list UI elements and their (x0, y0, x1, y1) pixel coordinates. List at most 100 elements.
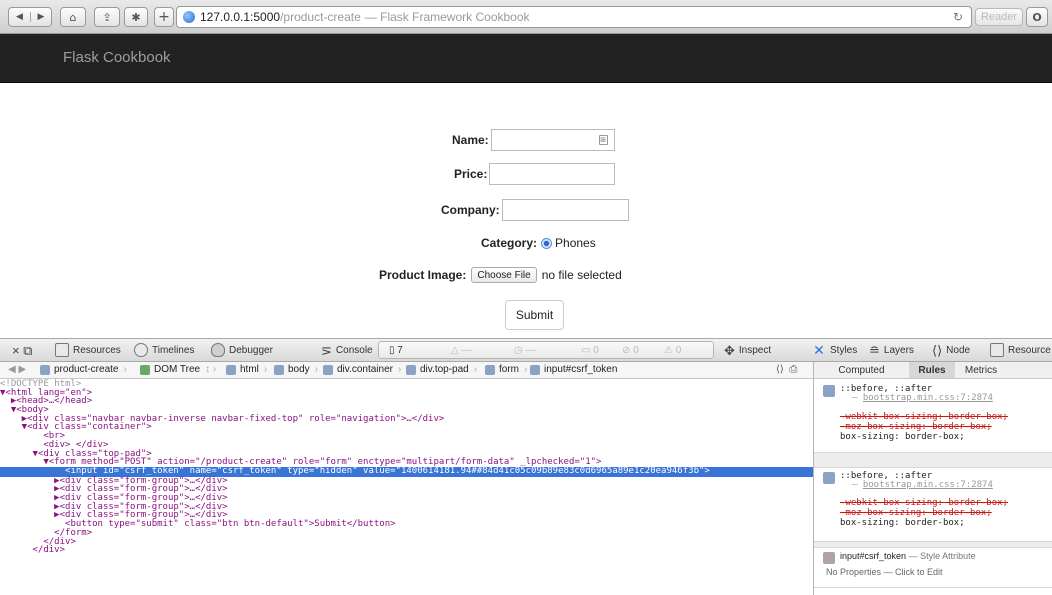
tab-layers-label: Layers (883, 344, 914, 356)
reader-button[interactable]: Reader (975, 8, 1023, 26)
crosshair-icon: ✥ (724, 343, 735, 358)
chevron-right-icon: › (473, 364, 478, 375)
resource-icon (990, 343, 1004, 357)
css-property[interactable]: box-sizing: border-box; (840, 518, 965, 528)
time-counter: ◷ — (514, 342, 536, 358)
keyboard-icon[interactable]: ⊞ (598, 135, 608, 145)
tab-metrics[interactable]: Metrics (955, 362, 1007, 378)
extension-button[interactable]: O (1026, 7, 1048, 27)
back-icon[interactable]: ◀ (9, 12, 30, 22)
extensions-button[interactable]: ✱ (124, 7, 148, 27)
style-attribute-rule[interactable]: input#csrf_token — Style Attribute No Pr… (814, 548, 1052, 588)
css-property[interactable]: -moz-box-sizing: border-box; (840, 422, 992, 432)
rule-source[interactable]: — bootstrap.min.css:7:2874 (852, 393, 993, 403)
print-icon[interactable]: ⎙ (789, 364, 797, 375)
issue-counters[interactable]: ▯ 7 △ — ◷ — ▭ 0 ⊘ 0 ⚠ 0 (378, 341, 714, 359)
dom-tree: <!DOCTYPE html> ▼<html lang="en"> ▶<head… (0, 379, 813, 595)
category-radio[interactable] (541, 237, 553, 249)
inspect-label: Inspect (738, 344, 772, 356)
file-status: no file selected (541, 268, 622, 282)
close-devtools-icon[interactable]: × ⧉ (12, 339, 37, 361)
css-rule[interactable]: ::before, ::after — bootstrap.min.css:7:… (814, 468, 1052, 542)
css-rule[interactable]: ::before, ::after — bootstrap.min.css:7:… (814, 381, 1052, 453)
breadcrumb-item-current[interactable]: input#csrf_token (530, 364, 617, 375)
breadcrumb-item[interactable]: body › (274, 364, 318, 375)
dom-node[interactable]: </div> (0, 546, 813, 555)
product-form: Name: ⊞ Price: Company: Category: Phones… (0, 84, 1052, 332)
category-option[interactable]: Phones (555, 236, 596, 250)
home-button[interactable]: ⌂ (60, 7, 86, 27)
breadcrumb-item[interactable]: product-create › (40, 364, 127, 375)
dom-node[interactable]: <br> (0, 432, 813, 441)
breadcrumb-item[interactable]: html › (226, 364, 267, 375)
stylesheet-icon (823, 472, 835, 484)
share-button[interactable]: ⇪ (94, 7, 120, 27)
reload-icon[interactable]: ↻ (953, 10, 963, 24)
code-toggle-icon[interactable]: ⟨⟩ (776, 364, 784, 375)
style-attribute-icon (823, 552, 835, 564)
css-property[interactable]: box-sizing: border-box; (840, 432, 965, 442)
company-input[interactable] (501, 199, 629, 221)
breadcrumb-label: product-create (54, 364, 119, 375)
message-counter: ▭ 0 (581, 342, 599, 358)
message-count: 0 (593, 344, 599, 356)
css-property[interactable]: -webkit-box-sizing: border-box; (840, 412, 1008, 422)
name-input[interactable]: ⊞ (490, 129, 615, 151)
breadcrumb-item[interactable]: div.container › (323, 364, 401, 375)
timelines-icon (134, 343, 148, 357)
company-row: Company: (441, 199, 629, 221)
tab-resource[interactable]: Resource (990, 339, 1051, 361)
layers-icon: ≘ (869, 343, 880, 358)
style-attribute-suffix: — Style Attribute (908, 551, 976, 561)
sidebar-tabs: Computed Rules Metrics (814, 362, 1052, 379)
rule-source-link[interactable]: bootstrap.min.css:7:2874 (863, 480, 993, 490)
message-icon: ▭ (581, 344, 591, 356)
page-icon: ▯ (389, 344, 395, 356)
tab-timelines[interactable]: Timelines (134, 339, 194, 361)
price-input[interactable] (489, 163, 616, 185)
warning-count: — (461, 344, 472, 356)
dom-node[interactable]: <!DOCTYPE html> (0, 380, 813, 389)
tab-layers[interactable]: ≘ Layers (869, 339, 914, 361)
tab-rules[interactable]: Rules (909, 362, 955, 378)
close-icon[interactable]: × ⧉ (12, 343, 33, 358)
error-count: 0 (633, 344, 639, 356)
log-count: 7 (397, 344, 403, 356)
rule-source[interactable]: — bootstrap.min.css:7:2874 (852, 480, 993, 490)
css-property[interactable]: -webkit-box-sizing: border-box; (840, 498, 1008, 508)
style-attribute-selector: input#csrf_token (840, 551, 907, 561)
dom-node[interactable]: ▶<head>…</head> (0, 397, 813, 406)
choose-file-button[interactable]: Choose File (471, 267, 537, 283)
url-host: 127.0.0.1:5000 (200, 10, 281, 24)
breadcrumb-item[interactable]: form › (485, 364, 527, 375)
css-property[interactable]: -moz-box-sizing: border-box; (840, 508, 992, 518)
dom-node[interactable]: ▼<div class="container"> (0, 423, 813, 432)
dom-node[interactable]: <button type="submit" class="btn btn-def… (0, 520, 813, 529)
error-counter: ⊘ 0 (622, 342, 639, 358)
address-bar[interactable]: 127.0.0.1:5000 /product-create — Flask F… (176, 6, 972, 28)
back-forward-icon[interactable]: ◀ ▶ (8, 364, 26, 375)
history-nav[interactable]: ◀ ▶ (8, 364, 26, 375)
forward-icon[interactable]: ▶ (29, 12, 51, 22)
new-tab-button[interactable]: + (154, 7, 174, 27)
url-path: /product-create (280, 10, 361, 24)
breadcrumb-item[interactable]: DOM Tree ↕ › (140, 364, 216, 375)
submit-button[interactable]: Submit (505, 300, 564, 330)
tab-styles[interactable]: ✕ Styles (812, 339, 857, 361)
breadcrumb-item[interactable]: div.top-pad › (406, 364, 477, 375)
rule-source-link[interactable]: bootstrap.min.css:7:2874 (863, 393, 993, 403)
tab-resources[interactable]: Resources (55, 339, 121, 361)
no-properties-hint[interactable]: No Properties — Click to Edit (826, 567, 943, 577)
tab-console-label: Console (335, 344, 373, 356)
navbar-brand[interactable]: Flask Cookbook (63, 49, 171, 66)
clock-icon: ◷ (514, 344, 523, 356)
tab-computed[interactable]: Computed (814, 362, 909, 378)
chevron-right-icon: › (397, 364, 402, 375)
dom-tools[interactable]: ⟨⟩ ⎙ (776, 364, 797, 375)
dom-node[interactable]: </form> (0, 529, 813, 538)
breadcrumb-label: input#csrf_token (544, 364, 618, 375)
tab-debugger[interactable]: Debugger (211, 339, 273, 361)
tab-console[interactable]: ⋝ Console (321, 339, 373, 361)
tab-node[interactable]: ⟨⟩ Node (932, 339, 970, 361)
inspect-button[interactable]: ✥ Inspect (724, 339, 771, 361)
